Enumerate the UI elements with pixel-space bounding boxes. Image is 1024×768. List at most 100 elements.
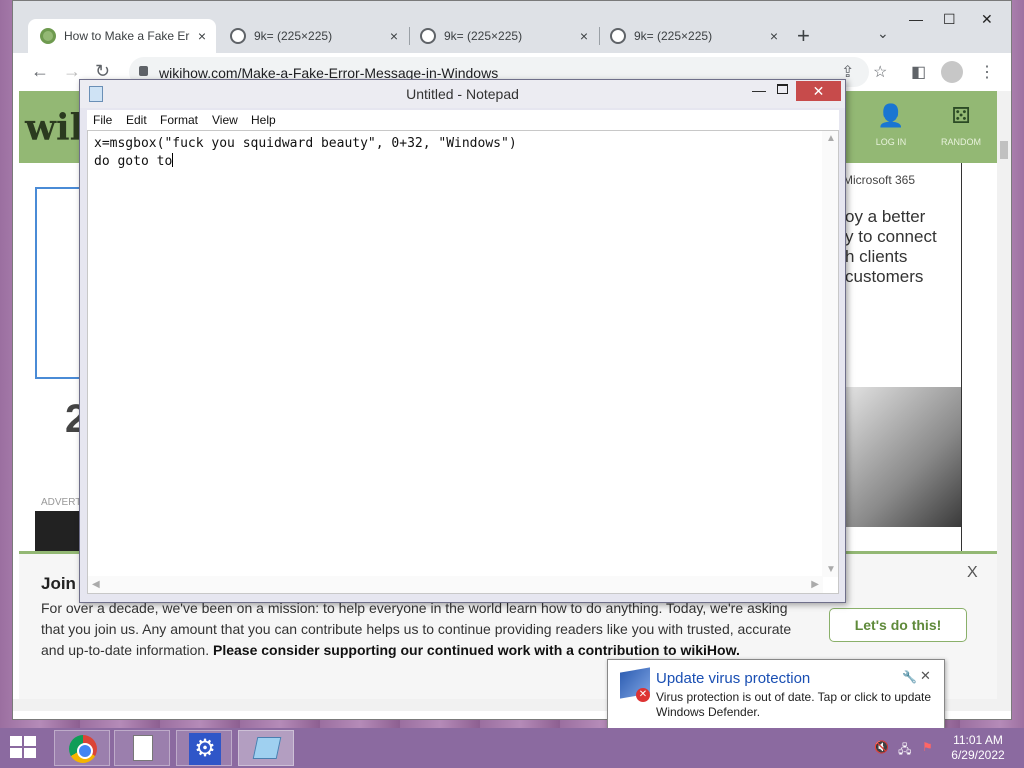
globe-icon — [420, 28, 436, 44]
notepad-window: Untitled - Notepad — ✕ File Edit Format … — [79, 79, 846, 603]
ad-line: y to connect — [845, 227, 937, 246]
document-icon — [133, 735, 153, 761]
tab-close-icon[interactable]: × — [198, 28, 206, 44]
random-label: RANDOM — [941, 137, 981, 147]
text-line: x=msgbox("fuck you squidward beauty", 0+… — [94, 136, 517, 151]
gear-icon: ⚙ — [189, 733, 221, 765]
dice-icon: ⚄ — [951, 103, 971, 128]
notepad-titlebar[interactable]: Untitled - Notepad — ✕ — [80, 80, 845, 108]
minimize-button[interactable]: — — [909, 11, 923, 27]
ad-copy[interactable]: oy a better y to connect h clients custo… — [845, 207, 937, 287]
menu-format[interactable]: Format — [160, 113, 198, 127]
volume-muted-icon[interactable]: 🔇 — [874, 740, 889, 754]
start-button[interactable] — [10, 736, 38, 760]
menu-help[interactable]: Help — [251, 113, 276, 127]
taskbar-settings[interactable]: ⚙ — [176, 730, 232, 766]
donation-text: For over a decade, we've been on a missi… — [41, 598, 811, 661]
notepad-icon — [252, 737, 282, 759]
close-button[interactable]: ✕ — [981, 11, 993, 28]
notification-close-button[interactable]: ✕ — [920, 668, 931, 684]
tab-image-3[interactable]: 9k= (225×225) × — [598, 19, 788, 53]
scroll-left-arrow-icon[interactable]: ◀ — [92, 579, 100, 590]
ad-border — [961, 163, 962, 551]
wrench-icon[interactable]: 🔧 — [902, 670, 917, 684]
tab-title: How to Make a Fake Err — [64, 29, 190, 43]
tab-title: 9k= (225×225) — [254, 29, 333, 43]
clock-time: 11:01 AM — [953, 733, 1003, 747]
tab-wikihow[interactable]: How to Make a Fake Err × — [28, 19, 216, 53]
ad-line: customers — [845, 267, 924, 286]
advert-label: ADVERT — [41, 497, 82, 508]
globe-icon — [610, 28, 626, 44]
menu-file[interactable]: File — [93, 113, 112, 127]
windows-logo-pane — [10, 748, 22, 758]
scroll-down-arrow-icon[interactable]: ▼ — [826, 564, 836, 575]
scroll-up-arrow-icon[interactable]: ▲ — [826, 133, 836, 144]
wikihow-icon — [40, 28, 56, 44]
taskbar-notepad[interactable] — [238, 730, 294, 766]
notepad-horizontal-scrollbar[interactable]: ◀ ▶ — [88, 576, 823, 593]
notepad-minimize-button[interactable]: — — [752, 82, 766, 98]
article-image-card[interactable] — [35, 187, 81, 379]
tab-search-icon[interactable]: ⌄ — [877, 25, 889, 42]
clock-date: 6/29/2022 — [951, 748, 1005, 762]
ad-image[interactable] — [843, 387, 961, 527]
notepad-vertical-scrollbar[interactable]: ▲ ▼ — [822, 131, 838, 577]
text-line: do goto to — [94, 154, 173, 169]
notepad-maximize-button[interactable] — [777, 84, 788, 94]
tab-title: 9k= (225×225) — [634, 29, 713, 43]
menu-edit[interactable]: Edit — [126, 113, 147, 127]
maximize-button[interactable]: ☐ — [943, 11, 956, 28]
new-tab-button[interactable]: + — [797, 23, 810, 49]
menu-view[interactable]: View — [212, 113, 238, 127]
login-label: LOG IN — [875, 137, 907, 147]
lock-icon[interactable] — [139, 66, 148, 76]
user-icon: 👤 — [877, 103, 905, 128]
taskbar-chrome[interactable] — [54, 730, 110, 766]
donation-body-bold: Please consider supporting our continued… — [213, 642, 740, 658]
notification-title[interactable]: Update virus protection — [656, 670, 810, 687]
donation-heading: Join — [41, 574, 76, 593]
profile-avatar[interactable] — [941, 61, 963, 83]
tab-close-icon[interactable]: × — [770, 28, 778, 44]
scroll-right-arrow-icon[interactable]: ▶ — [811, 579, 819, 590]
network-icon[interactable]: 🖧 — [898, 740, 911, 761]
random-button[interactable]: ⚄ RANDOM — [929, 103, 993, 147]
tab-close-icon[interactable]: × — [390, 28, 398, 44]
ad-line: oy a better — [845, 207, 926, 226]
notification-body[interactable]: Virus protection is out of date. Tap or … — [656, 690, 941, 720]
vertical-scrollbar[interactable] — [997, 91, 1011, 711]
notepad-title: Untitled - Notepad — [406, 86, 519, 102]
donation-close-button[interactable]: X — [967, 564, 978, 582]
virus-protection-notification[interactable]: ✕ Update virus protection Virus protecti… — [607, 659, 945, 729]
tab-image-1[interactable]: 9k= (225×225) × — [218, 19, 408, 53]
menu-icon[interactable]: ⋮ — [979, 62, 995, 82]
side-panel-icon[interactable]: ◧ — [911, 62, 926, 82]
globe-icon — [230, 28, 246, 44]
bookmark-star-icon[interactable]: ☆ — [873, 62, 887, 82]
chrome-icon — [69, 735, 97, 763]
login-button[interactable]: 👤 LOG IN — [859, 103, 923, 147]
text-line-current: do goto to — [94, 153, 517, 171]
notepad-menubar: File Edit Format View Help — [87, 110, 839, 130]
scrollbar-thumb[interactable] — [1000, 141, 1008, 159]
back-button[interactable]: ← — [31, 61, 49, 82]
error-badge-icon: ✕ — [636, 688, 650, 702]
ad-thumbnail[interactable] — [35, 511, 79, 551]
taskbar: ⚙ 🔇 🖧 ⚑ 11:01 AM 6/29/2022 — [0, 728, 1024, 768]
notepad-close-button[interactable]: ✕ — [796, 81, 841, 101]
tab-image-2[interactable]: 9k= (225×225) × — [408, 19, 598, 53]
ad-line: h clients — [845, 247, 908, 266]
tab-close-icon[interactable]: × — [580, 28, 588, 44]
windows-logo-icon — [10, 736, 22, 746]
notepad-text: x=msgbox("fuck you squidward beauty", 0+… — [94, 135, 517, 171]
action-center-flag-icon[interactable]: ⚑ — [922, 740, 933, 754]
taskbar-document[interactable] — [114, 730, 170, 766]
system-clock[interactable]: 11:01 AM 6/29/2022 — [938, 733, 1018, 763]
notepad-text-area[interactable]: x=msgbox("fuck you squidward beauty", 0+… — [87, 130, 839, 594]
ad-brand[interactable]: Microsoft 365 — [843, 173, 915, 187]
tab-strip: How to Make a Fake Err × 9k= (225×225) ×… — [13, 1, 1011, 53]
tab-title: 9k= (225×225) — [444, 29, 523, 43]
donate-button[interactable]: Let's do this! — [829, 608, 967, 642]
text-caret — [172, 153, 174, 167]
